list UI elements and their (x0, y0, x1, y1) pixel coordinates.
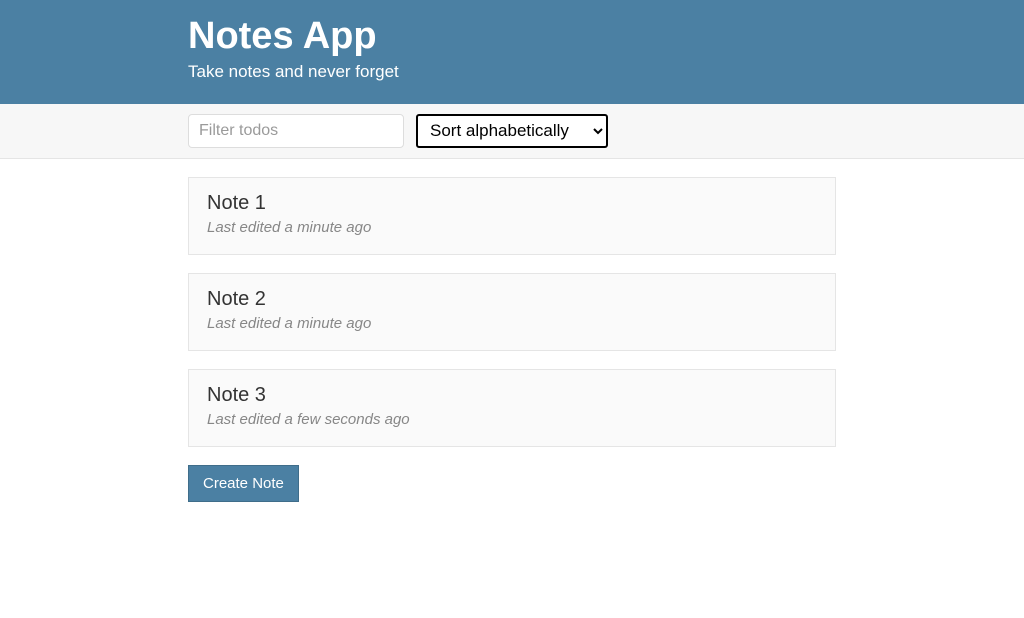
app-header: Notes App Take notes and never forget (0, 0, 1024, 104)
note-card[interactable]: Note 2 Last edited a minute ago (188, 273, 836, 351)
note-card[interactable]: Note 1 Last edited a minute ago (188, 177, 836, 255)
note-meta: Last edited a few seconds ago (207, 411, 817, 428)
create-note-button[interactable]: Create Note (188, 465, 299, 502)
sort-select[interactable]: Sort alphabetically (416, 114, 608, 148)
app-title: Notes App (188, 14, 836, 60)
note-title: Note 1 (207, 192, 817, 215)
note-meta: Last edited a minute ago (207, 315, 817, 332)
note-title: Note 3 (207, 384, 817, 407)
notes-list: Note 1 Last edited a minute ago Note 2 L… (188, 159, 836, 502)
note-title: Note 2 (207, 288, 817, 311)
action-bar: Sort alphabetically (0, 104, 1024, 159)
note-meta: Last edited a minute ago (207, 219, 817, 236)
filter-input[interactable] (188, 114, 404, 148)
note-card[interactable]: Note 3 Last edited a few seconds ago (188, 369, 836, 447)
app-subtitle: Take notes and never forget (188, 62, 836, 82)
